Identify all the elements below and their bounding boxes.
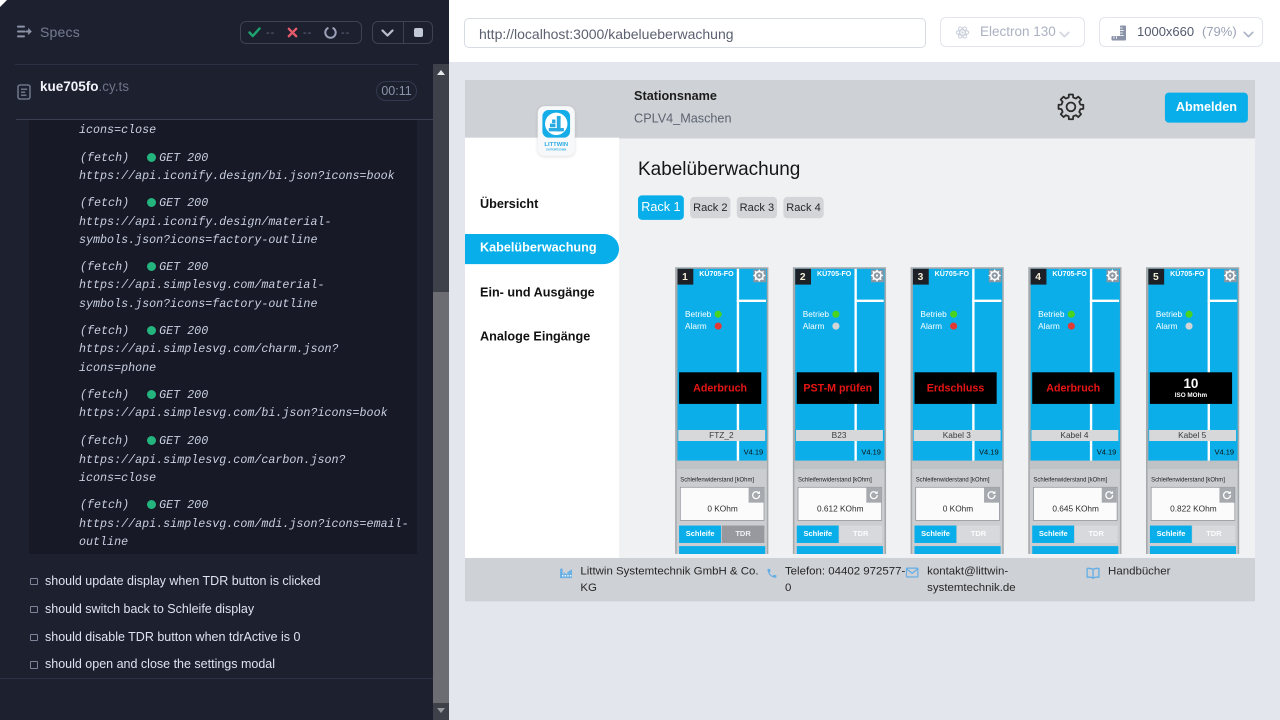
svg-text:SYSTEMTECHNIK: SYSTEMTECHNIK xyxy=(546,148,566,151)
svg-text:LITTWIN: LITTWIN xyxy=(544,142,568,148)
